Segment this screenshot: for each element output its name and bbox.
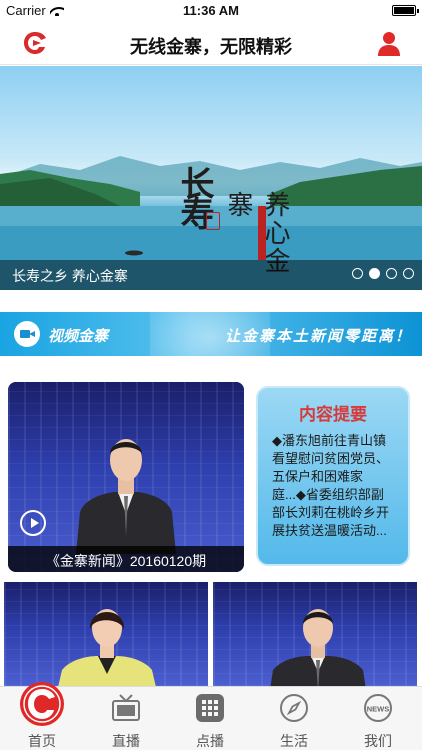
news-anchor-image (270, 609, 366, 686)
user-icon[interactable] (376, 30, 402, 56)
tab-label: 生活 (280, 733, 308, 749)
tab-label: 我们 (364, 733, 392, 749)
carousel-dot[interactable] (386, 268, 397, 279)
banner-caption-bar: 长寿之乡 养心金寨 (0, 260, 422, 290)
banner-carousel[interactable]: 长寿 养心金寨 长寿之乡 养心金寨 (0, 66, 422, 290)
tab-home[interactable]: 首页 (0, 682, 84, 750)
news-icon: NEWS (364, 694, 392, 722)
video-section-slogan: 让金寨本土新闻零距离！ (224, 328, 412, 345)
carousel-dots (352, 268, 414, 279)
tab-life[interactable]: 生活 (252, 687, 336, 750)
tv-icon (112, 694, 140, 721)
nav-bar: 无线金寨，无限精彩 (0, 22, 422, 65)
tab-about[interactable]: NEWS 我们 (336, 687, 420, 750)
video-camera-icon (14, 321, 40, 347)
featured-video-card[interactable]: 《金寨新闻》20160120期 (8, 382, 244, 572)
page-title: 无线金寨，无限精彩 (130, 37, 292, 57)
stamp-mark (258, 206, 266, 260)
content-summary-panel[interactable]: 内容提要 ◆潘东旭前往青山镇看望慰问贫困党员、五保户和困难家庭...◆省委组织部… (256, 386, 410, 566)
play-icon[interactable] (20, 510, 46, 536)
featured-video-caption: 《金寨新闻》20160120期 (45, 553, 207, 569)
tab-vod[interactable]: 点播 (168, 687, 252, 750)
compass-icon (280, 694, 308, 722)
banner-caption: 长寿之乡 养心金寨 (12, 268, 128, 284)
video-section-title: 视频金寨 (48, 328, 109, 345)
tab-live[interactable]: 直播 (84, 687, 168, 750)
status-time: 11:36 AM (183, 3, 239, 18)
tab-label: 直播 (112, 733, 140, 749)
seal-mark (206, 212, 220, 230)
carousel-dot-active[interactable] (369, 268, 380, 279)
tab-bar: 首页 直播 点播 生活 NEWS 我们 (0, 682, 422, 750)
news-anchor-image (76, 439, 176, 554)
news-anchor-female-image (58, 609, 156, 686)
tab-label: 首页 (28, 733, 56, 749)
video-thumbnail[interactable] (213, 582, 417, 686)
video-section-header[interactable]: 视频金寨 让金寨本土新闻零距离！ (0, 312, 422, 356)
video-thumbnail[interactable] (4, 582, 208, 686)
carousel-dot[interactable] (403, 268, 414, 279)
tab-label: 点播 (196, 733, 224, 749)
battery-icon (392, 5, 419, 16)
summary-text: ◆潘东旭前往青山镇看望慰问贫困党员、五保户和困难家庭...◆省委组织部副部长刘莉… (272, 433, 390, 538)
status-bar: Carrier 11:36 AM (0, 0, 422, 22)
home-logo-icon (20, 682, 64, 726)
summary-title: 内容提要 (299, 405, 367, 424)
svg-text:NEWS: NEWS (367, 705, 390, 714)
grid-icon (196, 694, 224, 722)
carousel-dot[interactable] (352, 268, 363, 279)
